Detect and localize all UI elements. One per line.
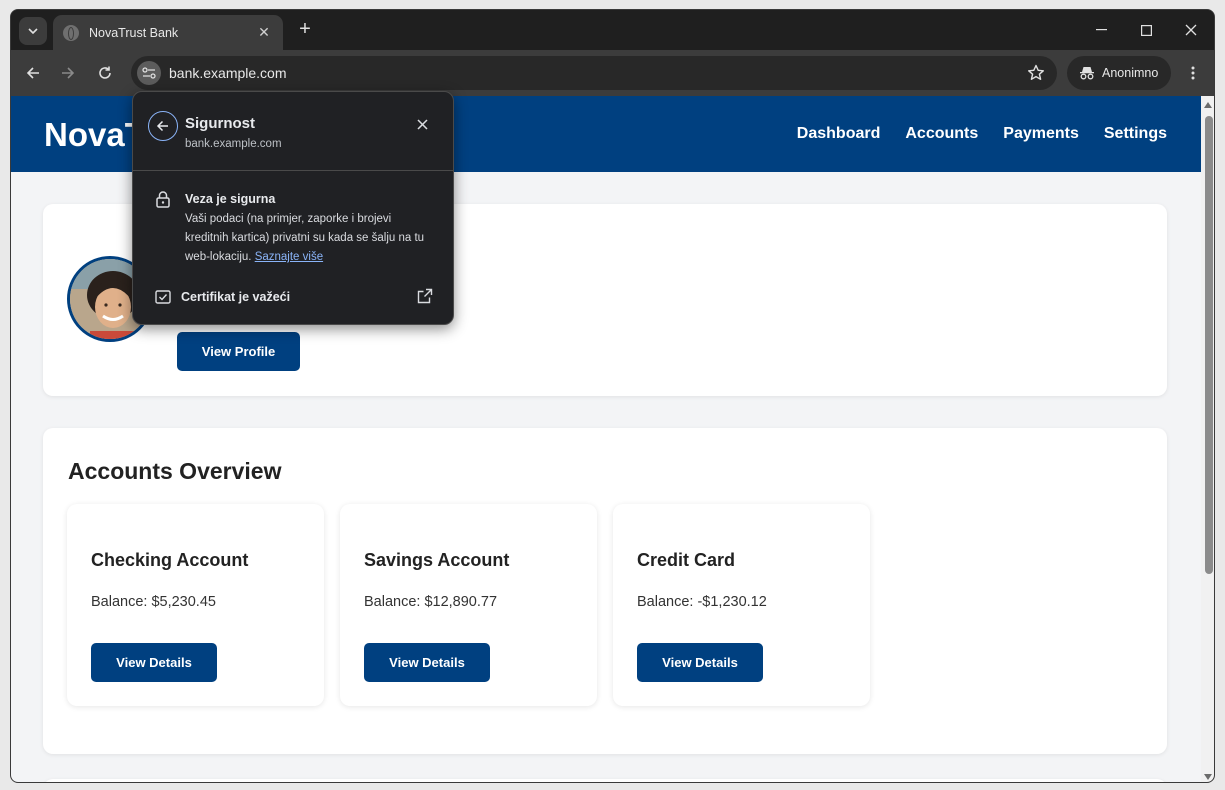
nav-payments[interactable]: Payments [1003, 125, 1079, 143]
new-tab-button[interactable]: + [294, 19, 316, 41]
certificate-valid-item[interactable]: Certifikat je važeći [181, 290, 290, 304]
scroll-thumb[interactable] [1205, 116, 1213, 574]
browser-menu-button[interactable] [1181, 61, 1205, 85]
bookmark-star-icon[interactable] [1027, 64, 1045, 82]
connection-secure-text: Vaši podaci (na primjer, zaporke i broje… [185, 210, 435, 267]
maximize-button[interactable] [1134, 18, 1158, 42]
lock-icon [156, 191, 170, 208]
view-details-button[interactable]: View Details [364, 643, 490, 682]
account-card-credit: Credit Card Balance: -$1,230.12 View Det… [613, 504, 870, 706]
arrow-left-icon [156, 120, 168, 132]
popup-close-button[interactable] [414, 116, 430, 132]
page-scrollbar[interactable] [1201, 96, 1214, 782]
forward-button[interactable] [56, 61, 80, 85]
close-icon [1185, 24, 1197, 36]
address-bar[interactable]: bank.example.com [131, 56, 1057, 90]
account-balance: Balance: $12,890.77 [364, 594, 498, 610]
profile-button[interactable]: Anonimno [1067, 56, 1171, 90]
more-vert-icon [1191, 66, 1195, 80]
account-balance: Balance: $5,230.45 [91, 594, 216, 610]
close-icon [416, 118, 428, 130]
incognito-icon [1080, 67, 1094, 80]
account-card-checking: Checking Account Balance: $5,230.45 View… [67, 504, 324, 706]
site-info-button[interactable] [137, 61, 161, 85]
close-window-button[interactable] [1179, 18, 1203, 42]
account-name: Credit Card [637, 550, 736, 570]
next-section-card [43, 779, 1167, 782]
chevron-down-icon [28, 28, 38, 34]
accounts-title: Accounts Overview [68, 458, 282, 484]
popup-title: Sigurnost [185, 115, 255, 132]
nav-dashboard[interactable]: Dashboard [797, 125, 881, 143]
maximize-icon [1140, 24, 1152, 36]
account-balance: Balance: -$1,230.12 [637, 594, 767, 610]
reload-icon [99, 66, 111, 79]
arrow-right-icon [62, 67, 75, 79]
tab-search-button[interactable] [19, 17, 47, 45]
site-nav: Dashboard Accounts Payments Settings [797, 125, 1167, 143]
browser-toolbar: bank.example.com Anonimno [11, 50, 1214, 96]
account-name: Savings Account [364, 550, 510, 570]
tune-icon [142, 67, 156, 79]
title-bar: NovaTrust Bank ✕ + [11, 10, 1214, 50]
back-button[interactable] [21, 61, 45, 85]
browser-tab[interactable]: NovaTrust Bank ✕ [53, 15, 283, 50]
popup-domain: bank.example.com [185, 138, 282, 150]
account-card-savings: Savings Account Balance: $12,890.77 View… [340, 504, 597, 706]
reload-button[interactable] [93, 61, 117, 85]
popup-divider [133, 170, 453, 171]
site-logo[interactable]: NovaT [44, 116, 145, 154]
view-details-button[interactable]: View Details [91, 643, 217, 682]
tab-title: NovaTrust Bank [89, 25, 179, 40]
globe-icon [63, 24, 79, 41]
view-details-button[interactable]: View Details [637, 643, 763, 682]
scroll-down-arrow[interactable] [1204, 774, 1212, 780]
certificate-icon [155, 290, 171, 304]
tab-close-icon[interactable]: ✕ [255, 24, 273, 41]
browser-window: NovaTrust Bank ✕ + bank.example.com Anon… [10, 9, 1215, 783]
accounts-overview-card: Accounts Overview Checking Account Balan… [43, 428, 1167, 754]
nav-settings[interactable]: Settings [1104, 125, 1167, 143]
account-name: Checking Account [91, 550, 249, 570]
nav-accounts[interactable]: Accounts [905, 125, 978, 143]
learn-more-link[interactable]: Saznajte više [255, 251, 323, 263]
arrow-left-icon [26, 67, 39, 79]
site-security-popup: Sigurnost bank.example.com Veza je sigur… [132, 91, 454, 325]
popup-back-button[interactable] [148, 111, 178, 141]
profile-label: Anonimno [1102, 66, 1159, 80]
view-profile-button[interactable]: View Profile [177, 332, 300, 371]
open-external-icon[interactable] [417, 288, 433, 304]
connection-secure-title: Veza je sigurna [185, 192, 276, 206]
minimize-button[interactable] [1089, 18, 1113, 42]
url-text: bank.example.com [169, 65, 287, 81]
minimize-icon [1095, 29, 1107, 31]
scroll-up-arrow[interactable] [1204, 102, 1212, 108]
